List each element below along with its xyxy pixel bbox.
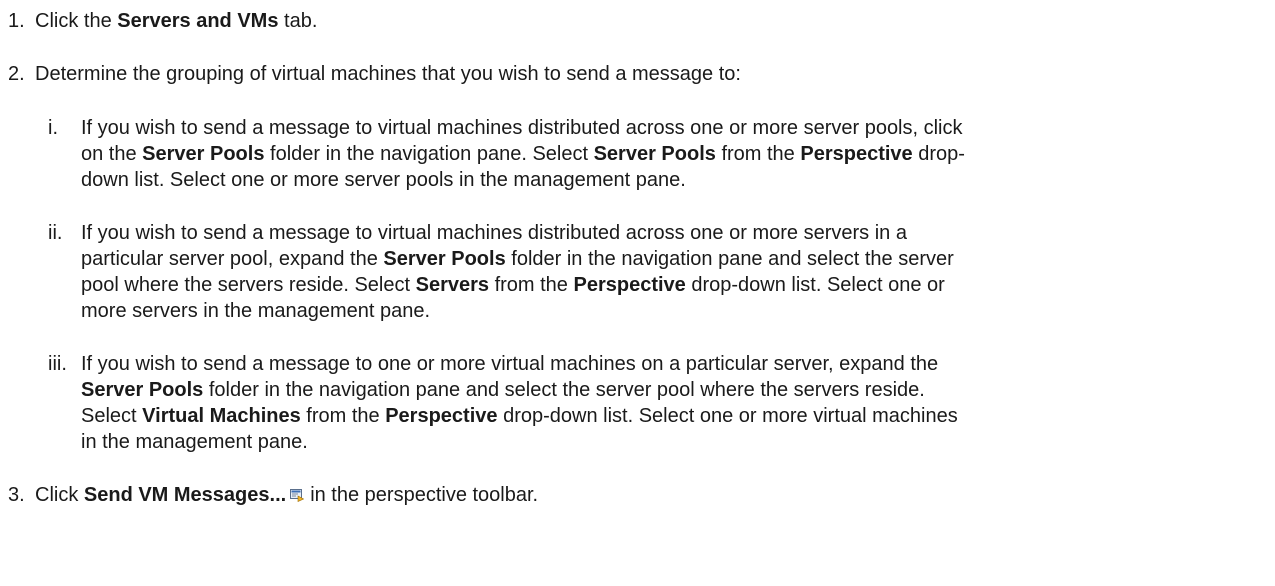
substep-line: If you wish to send a message to virtual…	[81, 222, 907, 244]
ui-term-servers-and-vms: Servers and VMs	[117, 10, 279, 32]
substep-number: i.	[48, 117, 58, 139]
ui-term: Server Pools	[383, 248, 506, 270]
instructions-document: 1. Click the Servers and VMs tab. 2. Det…	[0, 0, 1275, 586]
ui-term: Perspective	[385, 405, 498, 427]
send-vm-messages-icon	[290, 483, 305, 502]
substep-line: If you wish to send a message to virtual…	[81, 117, 963, 139]
step-text: Click Send VM Messages... in the perspect…	[35, 483, 539, 506]
substep-line: pool where the servers reside. Select Se…	[81, 274, 945, 296]
ui-term: Servers	[415, 274, 490, 296]
step-number: 2.	[8, 63, 25, 85]
substep-line: If you wish to send a message to one or …	[81, 353, 939, 375]
step-text: Click the Servers and VMs tab.	[35, 10, 318, 32]
substep-line: Server Pools folder in the navigation pa…	[81, 379, 925, 401]
step-text: Determine the grouping of virtual machin…	[35, 63, 741, 85]
substep-line: on the Server Pools folder in the naviga…	[81, 143, 965, 165]
substep-line: down list. Select one or more server poo…	[81, 169, 686, 191]
substep-number: iii.	[48, 353, 67, 375]
ui-term-send-vm-messages: Send VM Messages...	[83, 484, 287, 506]
substep-line: Select Virtual Machines from the Perspec…	[81, 405, 958, 427]
ui-term: Server Pools	[142, 143, 265, 165]
step-number: 3.	[8, 484, 25, 506]
ui-term: Perspective	[800, 143, 913, 165]
substep-line: in the management pane.	[81, 431, 308, 453]
ui-term: Server Pools	[593, 143, 716, 165]
ui-term: Server Pools	[81, 379, 204, 401]
ui-term: Perspective	[573, 274, 686, 296]
substep-line: more servers in the management pane.	[81, 300, 431, 322]
substep-number: ii.	[48, 222, 63, 244]
ui-term: Virtual Machines	[142, 405, 301, 427]
step-number: 1.	[8, 10, 25, 32]
substep-line: particular server pool, expand the Serve…	[81, 248, 954, 270]
